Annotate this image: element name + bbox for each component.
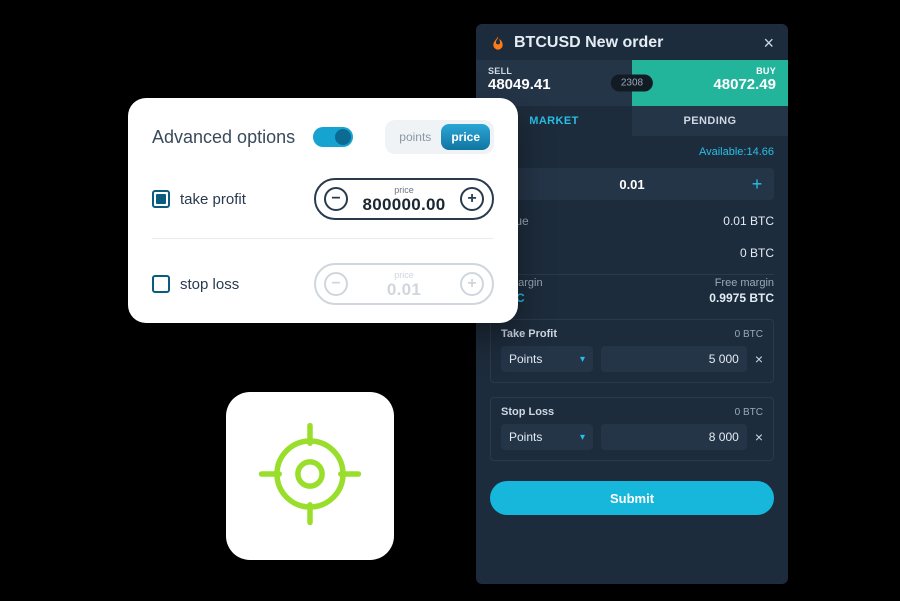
take-profit-row: take profit − price 800000.00 + — [152, 178, 494, 220]
advanced-title: Advanced options — [152, 127, 295, 148]
take-profit-label: take profit — [180, 191, 246, 208]
stop-loss-input[interactable]: 8 000 — [601, 424, 747, 450]
stop-loss-block: Stop Loss 0 BTC Points ▾ 8 000 × — [490, 397, 774, 461]
submit-button[interactable]: Submit — [490, 481, 774, 515]
stop-loss-checkbox[interactable] — [152, 275, 170, 293]
seg-points-button[interactable]: points — [389, 124, 441, 150]
take-profit-value-wrap: price 800000.00 — [362, 186, 445, 213]
margin-box: red margin 7 BTC Free margin 0.9975 BTC — [490, 274, 774, 305]
take-profit-checkbox[interactable] — [152, 190, 170, 208]
sell-price: 48049.41 — [488, 76, 620, 93]
take-profit-title: Take Profit — [501, 328, 557, 340]
close-icon[interactable]: × — [763, 34, 774, 52]
lots-plus-button[interactable]: + — [750, 174, 764, 195]
target-icon-card — [226, 392, 394, 560]
order-body: Available:14.66 − 0.01 + e value 0.01 BT… — [476, 136, 788, 529]
target-icon — [255, 419, 365, 534]
take-profit-input[interactable]: 5 000 — [601, 346, 747, 372]
stop-loss-stepper: − price 0.01 + — [314, 263, 494, 305]
quote-row: SELL 48049.41 BUY 48072.49 2308 — [476, 60, 788, 106]
chevron-down-icon: ▾ — [580, 354, 585, 365]
free-margin-label: Free margin — [709, 277, 774, 289]
stop-loss-plus-button[interactable]: + — [460, 272, 484, 296]
take-profit-btc: 0 BTC — [735, 329, 763, 340]
lots-stepper: − 0.01 + — [490, 168, 774, 200]
take-profit-block: Take Profit 0 BTC Points ▾ 5 000 × — [490, 319, 774, 383]
order-type-tabs: MARKET PENDING — [476, 106, 788, 136]
buy-price: 48072.49 — [644, 76, 776, 93]
stop-loss-btc: 0 BTC — [735, 407, 763, 418]
take-profit-stepper: − price 800000.00 + — [314, 178, 494, 220]
stop-loss-value[interactable]: 0.01 — [387, 281, 421, 298]
sell-label: SELL — [488, 66, 620, 76]
order-header: BTCUSD New order × — [476, 24, 788, 60]
stop-loss-row: stop loss − price 0.01 + — [152, 263, 494, 305]
buy-label: BUY — [644, 66, 776, 76]
advanced-toggle[interactable] — [313, 127, 353, 147]
flame-icon — [490, 35, 506, 51]
order-panel: BTCUSD New order × SELL 48049.41 BUY 480… — [476, 24, 788, 584]
order-title: BTCUSD New order — [514, 34, 755, 52]
stop-loss-clear-button[interactable]: × — [755, 429, 763, 445]
spread-pill: 2308 — [611, 75, 653, 92]
stop-loss-check-wrap: stop loss — [152, 275, 239, 293]
stop-loss-unit-label: Points — [509, 430, 542, 444]
nt-value: 0 BTC — [740, 246, 774, 260]
stop-loss-value-wrap: price 0.01 — [387, 271, 421, 298]
stop-loss-title: Stop Loss — [501, 406, 554, 418]
take-profit-clear-button[interactable]: × — [755, 351, 763, 367]
free-margin-value: 0.9975 BTC — [709, 291, 774, 305]
take-profit-unit-select[interactable]: Points ▾ — [501, 346, 593, 372]
take-profit-unit-label: Points — [509, 352, 542, 366]
unit-segmented: points price — [385, 120, 494, 154]
trade-value-row: e value 0.01 BTC — [490, 210, 774, 232]
tab-pending[interactable]: PENDING — [632, 106, 788, 136]
take-profit-value[interactable]: 800000.00 — [362, 196, 445, 213]
seg-price-button[interactable]: price — [441, 124, 490, 150]
stop-loss-unit-select[interactable]: Points ▾ — [501, 424, 593, 450]
advanced-head: Advanced options points price — [152, 120, 494, 154]
available-balance: Available:14.66 — [490, 146, 774, 158]
take-profit-plus-button[interactable]: + — [460, 187, 484, 211]
take-profit-minus-button[interactable]: − — [324, 187, 348, 211]
advanced-options-card: Advanced options points price take profi… — [128, 98, 518, 323]
take-profit-caption: price — [394, 186, 414, 195]
lots-value[interactable]: 0.01 — [514, 177, 750, 192]
stop-loss-minus-button[interactable]: − — [324, 272, 348, 296]
chevron-down-icon: ▾ — [580, 432, 585, 443]
take-profit-check-wrap: take profit — [152, 190, 246, 208]
nt-row: nt 0 BTC — [490, 242, 774, 264]
advanced-divider — [152, 238, 494, 239]
stop-loss-caption: price — [394, 271, 414, 280]
stop-loss-label: stop loss — [180, 276, 239, 293]
trade-value-value: 0.01 BTC — [723, 214, 774, 228]
buy-button[interactable]: BUY 48072.49 — [632, 60, 788, 106]
